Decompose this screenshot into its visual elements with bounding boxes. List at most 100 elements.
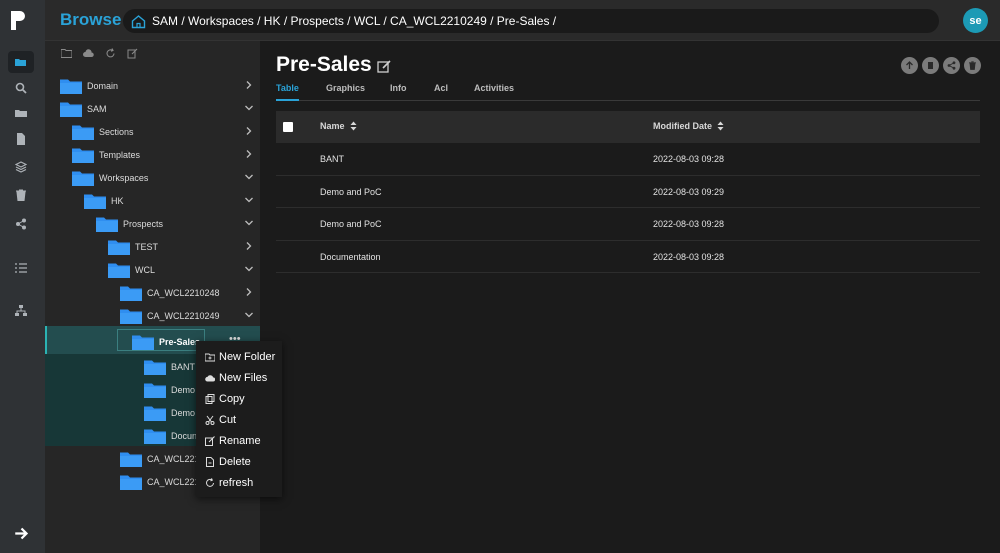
menu-item-label: New Folder xyxy=(219,350,276,363)
menu-item-new-files[interactable]: New Files xyxy=(196,367,282,388)
tab-activities[interactable]: Activities xyxy=(474,83,514,101)
chevron-down-icon[interactable] xyxy=(244,195,254,205)
select-all-checkbox[interactable] xyxy=(283,122,293,132)
home-icon[interactable] xyxy=(131,14,146,29)
share-icon[interactable] xyxy=(943,57,960,74)
tree-node[interactable]: Domain xyxy=(60,75,118,97)
tree-node-label: Workspaces xyxy=(99,173,149,183)
chevron-right-icon[interactable] xyxy=(244,80,254,90)
folder-icon xyxy=(144,360,166,375)
chevron-down-icon[interactable] xyxy=(244,310,254,320)
sort-icon[interactable] xyxy=(350,121,357,131)
chevron-right-icon[interactable] xyxy=(244,287,254,297)
rail-layers-icon[interactable] xyxy=(8,156,34,178)
app-logo[interactable] xyxy=(9,10,26,31)
rail-search-icon[interactable] xyxy=(8,77,34,99)
chevron-right-icon[interactable] xyxy=(244,241,254,251)
rail-arrow-right-icon[interactable] xyxy=(8,522,34,544)
table-row[interactable]: Documentation 2022-08-03 09:28 xyxy=(276,241,980,273)
menu-item-label: refresh xyxy=(219,476,254,489)
tree-node[interactable]: HK xyxy=(84,190,124,212)
tree-node[interactable]: Demo xyxy=(144,402,195,424)
tree-node[interactable]: Demo xyxy=(144,379,195,401)
tab-table[interactable]: Table xyxy=(276,83,299,101)
edit-icon[interactable] xyxy=(126,47,139,60)
rail-document-icon[interactable] xyxy=(8,128,34,150)
rename-icon xyxy=(205,435,215,446)
column-modified-header[interactable]: Modified Date xyxy=(653,121,724,131)
trash-icon[interactable] xyxy=(964,57,981,74)
rail-checklist-icon[interactable] xyxy=(8,257,34,279)
new-folder-icon[interactable] xyxy=(60,47,73,60)
table-header: Name Modified Date xyxy=(276,111,980,143)
tree-node[interactable]: WCL xyxy=(108,259,155,281)
breadcrumb[interactable]: SAM / Workspaces / HK / Prospects / WCL … xyxy=(123,9,939,33)
tree-node[interactable]: Pre-Sales xyxy=(132,331,200,353)
menu-item-label: Copy xyxy=(219,392,245,405)
rail-folder-open-icon[interactable] xyxy=(8,51,34,73)
table-row[interactable]: BANT 2022-08-03 09:28 xyxy=(276,143,980,176)
tree-node[interactable]: CA_WCL2210248 xyxy=(120,282,220,304)
folder-icon xyxy=(60,79,82,94)
user-avatar[interactable]: se xyxy=(963,8,988,33)
upload-icon[interactable] xyxy=(901,57,918,74)
menu-item-label: Rename xyxy=(219,434,261,447)
menu-item-delete[interactable]: Delete xyxy=(196,451,282,472)
tree-node-label: WCL xyxy=(135,265,155,275)
delete-file-icon xyxy=(206,456,214,467)
tree-node[interactable]: Prospects xyxy=(96,213,163,235)
chevron-right-icon[interactable] xyxy=(244,126,254,136)
chevron-down-icon[interactable] xyxy=(244,264,254,274)
tree-node[interactable]: Workspaces xyxy=(72,167,148,189)
rail-share-icon[interactable] xyxy=(8,213,34,235)
menu-item-copy[interactable]: Copy xyxy=(196,388,282,409)
rail-org-chart-icon[interactable] xyxy=(8,300,34,322)
upload-cloud-icon[interactable] xyxy=(82,47,95,60)
chevron-down-icon[interactable] xyxy=(244,218,254,228)
tree-node[interactable]: BANT xyxy=(144,356,195,378)
column-name-header[interactable]: Name xyxy=(320,121,357,131)
tree-node-label: Templates xyxy=(99,150,141,160)
tree-node-label: SAM xyxy=(87,104,107,114)
tree-node[interactable]: SAM xyxy=(60,98,107,120)
folder-icon xyxy=(84,194,106,209)
sort-icon[interactable] xyxy=(717,121,724,131)
rail-folders-icon[interactable] xyxy=(8,102,34,124)
tab-info[interactable]: Info xyxy=(390,83,407,101)
tree-node[interactable]: CA_WCL221( xyxy=(120,448,203,470)
tree-node-label: TEST xyxy=(135,242,159,252)
menu-item-rename[interactable]: Rename xyxy=(196,430,282,451)
chevron-down-icon[interactable] xyxy=(244,103,254,113)
table-row[interactable]: Demo and PoC 2022-08-03 09:28 xyxy=(276,208,980,241)
chevron-right-icon[interactable] xyxy=(244,149,254,159)
menu-item-cut[interactable]: Cut xyxy=(196,409,282,430)
tree-node[interactable]: Templates xyxy=(72,144,140,166)
tree-node[interactable]: TEST xyxy=(108,236,158,258)
menu-item-refresh[interactable]: refresh xyxy=(196,472,282,493)
tab-acl[interactable]: Acl xyxy=(434,83,448,101)
top-header: Browse SAM / Workspaces / HK / Prospects… xyxy=(45,0,1000,41)
table-row[interactable]: Demo and PoC 2022-08-03 09:29 xyxy=(276,176,980,208)
tree-node[interactable]: CA_WCL2210249 xyxy=(120,305,220,327)
edit-title-icon[interactable] xyxy=(377,59,392,74)
tree-node-label: Pre-Sales xyxy=(159,337,201,347)
rail-trash-icon[interactable] xyxy=(8,184,34,206)
folder-icon xyxy=(120,452,142,467)
menu-item-new-folder[interactable]: New Folder xyxy=(196,346,282,367)
breadcrumb-path[interactable]: SAM / Workspaces / HK / Prospects / WCL … xyxy=(152,14,556,28)
chevron-down-icon[interactable] xyxy=(244,172,254,182)
folder-icon xyxy=(120,475,142,490)
refresh-icon[interactable] xyxy=(104,47,117,60)
row-name[interactable]: Demo and PoC xyxy=(320,187,382,197)
copy-icon[interactable] xyxy=(922,57,939,74)
tree-node[interactable]: Sections xyxy=(72,121,134,143)
row-name[interactable]: Demo and PoC xyxy=(320,219,382,229)
row-name[interactable]: Documentation xyxy=(320,252,381,262)
tree-node[interactable]: CA_WCL221( xyxy=(120,471,203,493)
tab-graphics[interactable]: Graphics xyxy=(326,83,365,101)
tree-node[interactable]: Docun xyxy=(144,425,197,447)
row-name[interactable]: BANT xyxy=(320,154,344,164)
folder-icon xyxy=(144,429,166,444)
folder-icon xyxy=(132,335,154,350)
left-rail xyxy=(0,0,45,553)
